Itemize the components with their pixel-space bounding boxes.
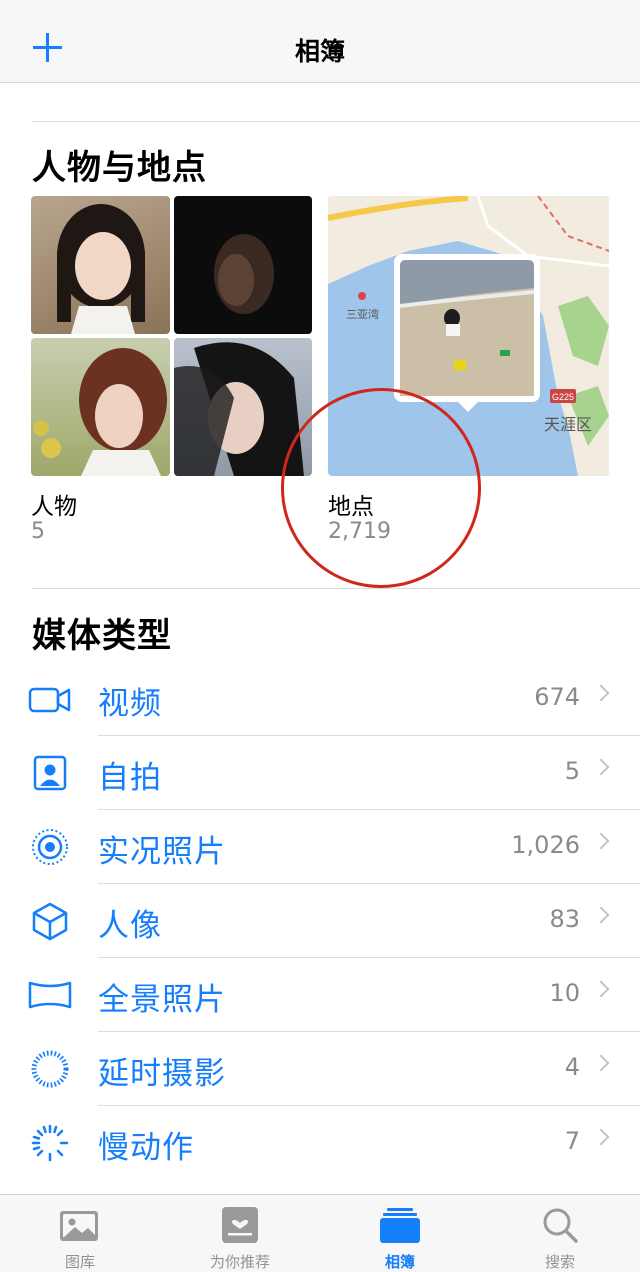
panorama-icon [28, 981, 72, 1009]
person-thumbnail [31, 196, 170, 334]
video-icon [28, 687, 71, 713]
media-label: 全景照片 [98, 982, 226, 1018]
media-label: 视频 [98, 686, 162, 722]
media-count: 83 [549, 905, 580, 933]
albums-icon [380, 1208, 420, 1243]
portrait-cube-icon [32, 902, 68, 941]
live-photo-icon [32, 829, 68, 865]
media-label: 人像 [98, 908, 162, 944]
people-count: 5 [31, 519, 45, 544]
media-row-portrait[interactable]: 人像 83 [0, 884, 640, 958]
tab-search[interactable]: 搜索 [480, 1195, 640, 1272]
page-title: 相簿 [294, 37, 345, 66]
media-count: 10 [549, 979, 580, 1007]
slomo-icon [31, 1124, 69, 1162]
section-title-people-places: 人物与地点 [32, 148, 207, 188]
map-label-tianya: 天涯区 [544, 416, 592, 434]
tab-label: 搜索 [544, 1253, 575, 1271]
media-row-selfie[interactable]: 自拍 5 [0, 736, 640, 810]
media-count: 4 [564, 1053, 580, 1081]
map-label-sanya-bay: 三亚湾 [346, 307, 379, 321]
media-row-timelapse[interactable]: 延时摄影 4 [0, 1032, 640, 1106]
media-count: 7 [564, 1127, 580, 1155]
for-you-icon [222, 1207, 258, 1243]
media-count: 5 [564, 757, 580, 785]
media-row-slomo[interactable]: 慢动作 7 [0, 1106, 640, 1180]
chevron-right-icon [592, 906, 610, 924]
media-label: 慢动作 [98, 1130, 194, 1166]
divider [32, 588, 640, 589]
chevron-right-icon [592, 980, 610, 998]
media-label: 实况照片 [98, 834, 226, 870]
chevron-right-icon [592, 684, 610, 702]
section-title-media-types: 媒体类型 [32, 616, 172, 656]
timelapse-icon [31, 1050, 69, 1088]
chevron-right-icon [592, 1128, 610, 1146]
tab-for-you[interactable]: 为你推荐 [160, 1195, 320, 1272]
navigation-bar: 相簿 [0, 0, 640, 83]
media-label: 延时摄影 [98, 1056, 226, 1092]
media-label: 自拍 [98, 760, 162, 796]
person-photo [57, 204, 145, 334]
media-row-video[interactable]: 视频 674 [0, 662, 640, 736]
chevron-right-icon [592, 1054, 610, 1072]
chevron-right-icon [592, 758, 610, 776]
media-count: 674 [534, 683, 580, 711]
media-row-live-photo[interactable]: 实况照片 1,026 [0, 810, 640, 884]
library-icon [60, 1211, 98, 1241]
tab-library[interactable]: 图库 [0, 1195, 160, 1272]
selfie-icon [33, 755, 67, 791]
tab-albums[interactable]: 相簿 [320, 1195, 480, 1272]
person-photo [214, 234, 274, 314]
tab-label: 为你推荐 [209, 1253, 270, 1271]
media-count: 1,026 [511, 831, 580, 859]
map-road-label: G225 [552, 392, 574, 402]
person-thumbnail [31, 338, 170, 476]
divider [32, 121, 640, 122]
chevron-right-icon [592, 832, 610, 850]
tab-bar: 图库 为你推荐 相簿 搜索 [0, 1194, 640, 1272]
tab-label: 图库 [64, 1253, 95, 1271]
people-label: 人物 [31, 494, 77, 520]
person-thumbnail [174, 196, 312, 334]
media-row-panorama[interactable]: 全景照片 10 [0, 958, 640, 1032]
search-icon [543, 1208, 578, 1243]
person-photo [33, 348, 167, 476]
tab-label: 相簿 [384, 1253, 415, 1271]
